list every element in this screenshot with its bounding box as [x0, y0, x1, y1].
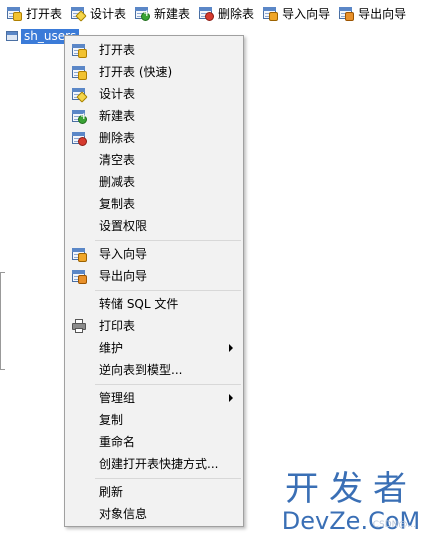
watermark-line1: 开发者 [285, 469, 417, 509]
menu-item-label: 删减表 [99, 175, 136, 189]
export-wizard-button[interactable]: 导出向导 [336, 3, 410, 23]
menu-item-maintain[interactable]: 维护 [67, 337, 241, 359]
open-table-label: 打开表 [26, 6, 63, 21]
menu-item-label: 打印表 [99, 319, 136, 333]
menu-item-rename[interactable]: 重命名 [67, 431, 241, 453]
menu-item-open-table-quick[interactable]: 打开表 (快速) [67, 61, 241, 83]
menu-item-truncate-table[interactable]: 删减表 [67, 171, 241, 193]
import-wizard-label: 导入向导 [282, 6, 331, 21]
menu-separator [95, 240, 241, 241]
submenu-arrow-icon [229, 394, 233, 402]
table-design-icon [71, 86, 88, 103]
export-wizard-label: 导出向导 [358, 6, 407, 21]
new-table-button[interactable]: 新建表 [132, 3, 194, 23]
menu-item-label: 删除表 [99, 131, 136, 145]
menu-item-design-table[interactable]: 设计表 [67, 83, 241, 105]
table-open-icon [6, 5, 22, 21]
delete-table-button[interactable]: 删除表 [196, 3, 258, 23]
new-table-label: 新建表 [154, 6, 191, 21]
menu-item-open-table[interactable]: 打开表 [67, 39, 241, 61]
menu-item-copy[interactable]: 复制 [67, 409, 241, 431]
menu-item-set-permissions[interactable]: 设置权限 [67, 215, 241, 237]
menu-item-create-shortcut[interactable]: 创建打开表快捷方式... [67, 453, 241, 475]
menu-item-manage-group[interactable]: 管理组 [67, 387, 241, 409]
menu-item-label: 重命名 [99, 435, 136, 449]
menu-item-label: 新建表 [99, 109, 136, 123]
watermark-small: CSDN@... [372, 520, 416, 530]
menu-item-label: 转储 SQL 文件 [99, 297, 179, 311]
design-table-button[interactable]: 设计表 [68, 3, 130, 23]
menu-separator [95, 384, 241, 385]
watermark: 开发者 DevZe.CoM CSDN@... [276, 470, 426, 536]
printer-icon [71, 318, 87, 334]
table-export-icon [338, 5, 355, 21]
submenu-arrow-icon [229, 344, 233, 352]
menu-item-label: 对象信息 [99, 507, 148, 521]
menu-item-delete-table[interactable]: 删除表 [67, 127, 241, 149]
table-icon [6, 31, 18, 41]
menu-item-label: 管理组 [99, 391, 136, 405]
menu-item-label: 设置权限 [99, 219, 148, 233]
menu-item-label: 导出向导 [99, 269, 148, 283]
menu-item-label: 维护 [99, 341, 124, 355]
design-table-label: 设计表 [90, 6, 127, 21]
menu-item-label: 设计表 [99, 87, 136, 101]
menu-item-reverse-to-model[interactable]: 逆向表到模型... [67, 359, 241, 381]
menu-item-duplicate-table[interactable]: 复制表 [67, 193, 241, 215]
menu-item-empty-table[interactable]: 清空表 [67, 149, 241, 171]
delete-table-label: 删除表 [218, 6, 255, 21]
menu-item-label: 创建打开表快捷方式... [99, 457, 219, 471]
context-menu: 打开表 打开表 (快速) 设计表 新建表 删除表 清空表 删减表 复制表 设置权… [64, 35, 244, 527]
menu-separator [95, 478, 241, 479]
menu-item-label: 复制 [99, 413, 124, 427]
table-open-icon [71, 64, 87, 80]
table-delete-icon [198, 5, 215, 21]
menu-item-dump-sql[interactable]: 转储 SQL 文件 [67, 293, 241, 315]
menu-separator [95, 290, 241, 291]
table-delete-icon [71, 130, 87, 146]
menu-item-label: 复制表 [99, 197, 136, 211]
table-new-icon [134, 5, 151, 21]
table-export-icon [71, 268, 87, 284]
splitter-edge [0, 272, 5, 370]
menu-item-label: 打开表 (快速) [99, 65, 173, 79]
menu-item-label: 打开表 [99, 43, 136, 57]
menu-item-label: 清空表 [99, 153, 136, 167]
table-design-icon [70, 5, 87, 22]
menu-item-import-wizard[interactable]: 导入向导 [67, 243, 241, 265]
import-wizard-button[interactable]: 导入向导 [260, 3, 334, 23]
table-import-icon [71, 246, 87, 262]
table-open-icon [71, 42, 87, 58]
table-import-icon [262, 5, 279, 21]
menu-item-label: 逆向表到模型... [99, 363, 183, 377]
menu-item-new-table[interactable]: 新建表 [67, 105, 241, 127]
toolbar: 打开表 设计表 新建表 删除表 导入向导 导出向导 [0, 0, 433, 26]
menu-item-label: 刷新 [99, 485, 124, 499]
open-table-button[interactable]: 打开表 [4, 3, 66, 23]
menu-item-print-table[interactable]: 打印表 [67, 315, 241, 337]
menu-item-export-wizard[interactable]: 导出向导 [67, 265, 241, 287]
menu-item-refresh[interactable]: 刷新 [67, 481, 241, 503]
menu-item-object-info[interactable]: 对象信息 [67, 503, 241, 525]
menu-item-label: 导入向导 [99, 247, 148, 261]
table-new-icon [71, 108, 88, 124]
